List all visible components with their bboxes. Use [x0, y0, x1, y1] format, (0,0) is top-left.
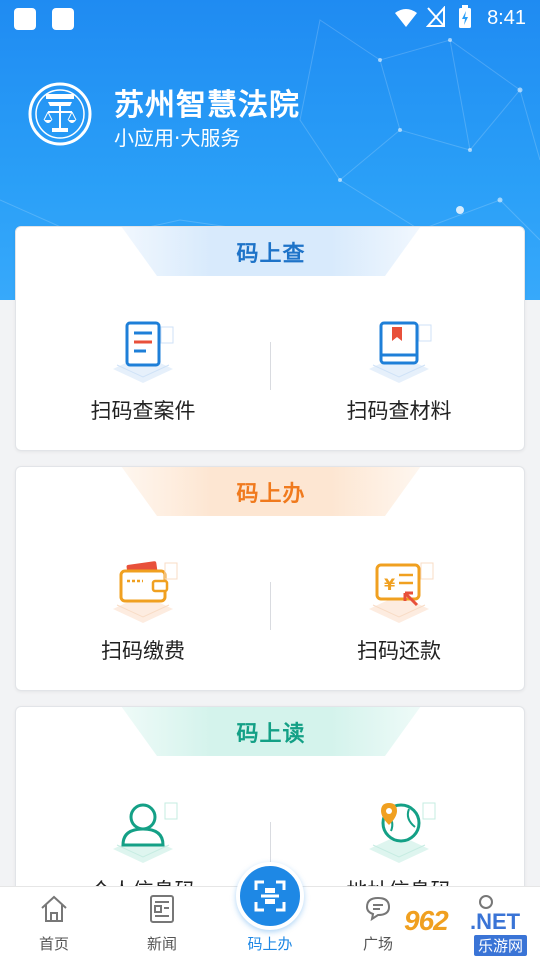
scan-pay-button[interactable]: 扫码缴费 [16, 557, 270, 667]
home-icon [41, 895, 67, 922]
person-icon [113, 802, 178, 863]
watermark-number: 962 [404, 905, 449, 936]
tab-label: 首页 [38, 935, 69, 953]
court-emblem-logo [28, 82, 92, 146]
section-title: 码上查 [236, 242, 306, 267]
section-title-tab: 码上办 [121, 467, 421, 516]
tab-label: 新闻 [146, 935, 177, 953]
app-title: 苏州智慧法院 [114, 88, 300, 123]
wallet-icon [113, 561, 178, 623]
app-subtitle: 小应用·大服务 [114, 126, 241, 150]
book-icon [369, 321, 432, 383]
scan-material-button[interactable]: 扫码查材料 [272, 317, 524, 427]
section-title-tab: 码上读 [121, 707, 421, 756]
watermark-net: .NET [470, 909, 521, 934]
globe-location-icon [369, 802, 436, 863]
watermark-site: 乐游网 [474, 935, 528, 956]
item-label: 扫码还款 [357, 639, 441, 663]
tab-news[interactable]: 新闻 [108, 887, 216, 960]
chat-icon [365, 896, 391, 922]
battery-charging-icon [459, 5, 471, 28]
tab-home[interactable]: 首页 [0, 887, 108, 960]
app-brand: 苏州智慧法院 小应用·大服务 [28, 80, 428, 150]
site-watermark: 962 .NET 乐游网 [400, 905, 536, 957]
news-icon [150, 895, 174, 923]
yuan-card-icon: ¥ [369, 562, 434, 623]
item-label: 扫码查案件 [90, 399, 196, 423]
notification-icon [14, 8, 36, 30]
notification-icon [52, 8, 74, 30]
status-time: 8:41 [487, 7, 526, 29]
status-bar: 8:41 [0, 0, 540, 36]
section-title-tab: 码上查 [121, 227, 421, 276]
scan-repay-button[interactable]: ¥ 扫码还款 [272, 557, 524, 667]
section-title: 码上读 [236, 722, 306, 747]
wifi-icon [395, 9, 417, 27]
section-card-query: 码上查 扫码查案件 扫码查材料 [15, 226, 525, 451]
no-signal-icon [426, 6, 445, 27]
section-card-handle: 码上办 扫码缴费 ¥ 扫码还款 [15, 466, 525, 691]
svg-text:¥: ¥ [384, 575, 395, 594]
divider [270, 582, 271, 630]
item-label: 扫码查材料 [346, 399, 452, 423]
document-icon [113, 321, 174, 383]
scan-button[interactable] [236, 862, 304, 930]
section-title: 码上办 [236, 482, 306, 507]
scan-icon [254, 880, 286, 912]
divider [270, 342, 271, 390]
scan-case-button[interactable]: 扫码查案件 [16, 317, 270, 427]
tab-label: 码上办 [247, 935, 293, 953]
item-label: 扫码缴费 [101, 639, 185, 663]
